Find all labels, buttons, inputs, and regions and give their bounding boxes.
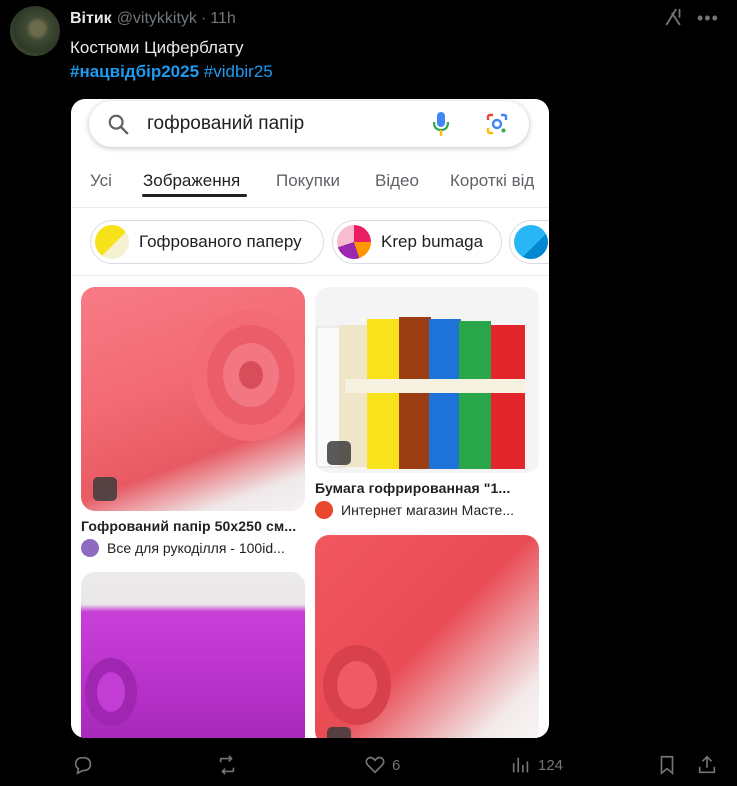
hashtag-link[interactable]: #vidbir25 [204, 62, 273, 81]
chip-thumbnail [514, 225, 548, 259]
retweet-icon [219, 755, 235, 775]
author-handle[interactable]: @vitykkityk [117, 10, 197, 28]
active-tab-indicator [142, 194, 247, 197]
views-button[interactable]: 124 [510, 752, 563, 778]
chip-thumbnail [337, 225, 371, 259]
divider [71, 275, 549, 276]
heart-icon [365, 756, 385, 774]
tweet-time[interactable]: 11h [210, 10, 236, 28]
views-icon [512, 757, 529, 773]
share-icon [698, 755, 716, 774]
shopping-tag-icon [327, 441, 351, 465]
result-source[interactable]: Все для рукоділля - 100id... [81, 539, 285, 557]
chip-label: Гофрованого паперу [139, 232, 302, 251]
result-title[interactable]: Бумага гофрированная "1... [315, 480, 510, 496]
view-count: 124 [538, 756, 564, 774]
chip-label: Krep bumaga [381, 232, 484, 251]
author-name[interactable]: Вітик [70, 10, 112, 28]
retweet-button[interactable] [216, 752, 238, 778]
tweet-hashtags: #нацвідбір2025 #vidbir25 [70, 60, 273, 84]
tab-short-videos[interactable]: Короткі від [450, 171, 534, 191]
result-image[interactable] [315, 287, 539, 473]
search-icon [108, 114, 129, 135]
source-favicon-icon [315, 501, 333, 519]
like-button[interactable]: 6 [364, 752, 400, 778]
suggestion-chip[interactable]: Гофрованого паперу [90, 220, 324, 264]
bookmark-icon [660, 755, 674, 776]
like-count: 6 [392, 756, 401, 774]
paper-roll-illustration [85, 658, 137, 726]
share-button[interactable] [696, 752, 718, 778]
hashtag-link[interactable]: #нацвідбір2025 [70, 62, 199, 81]
tweet-text: Костюми Циферблату [70, 38, 244, 57]
bookmark-button[interactable] [656, 752, 678, 778]
result-image[interactable] [81, 287, 305, 511]
search-bar: гофрований папір [89, 101, 529, 147]
result-image[interactable] [315, 535, 539, 738]
chip-thumbnail [95, 225, 129, 259]
tweet-actions: 6 124 [0, 752, 737, 780]
source-favicon-icon [81, 539, 99, 557]
result-image[interactable] [81, 572, 305, 738]
source-name: Интернет магазин Масте... [341, 502, 514, 518]
shopping-tag-icon [327, 727, 351, 738]
reply-button[interactable] [72, 752, 94, 778]
result-source[interactable]: Интернет магазин Масте... [315, 501, 514, 519]
search-query: гофрований папір [147, 113, 305, 134]
tab-video[interactable]: Відео [375, 171, 419, 191]
microphone-icon [432, 112, 450, 136]
attached-screenshot[interactable]: гофрований папір Усі Зображення Покупки … [71, 99, 549, 738]
paper-roll-illustration [323, 645, 391, 725]
search-tabs: Усі Зображення Покупки Відео Короткі від [71, 165, 549, 208]
tab-shopping[interactable]: Покупки [276, 171, 340, 191]
more-options-icon[interactable]: ••• [697, 8, 719, 28]
result-title[interactable]: Гофрований папір 50x250 см... [81, 518, 296, 534]
suggestion-chip[interactable] [509, 220, 549, 264]
suggestion-chip[interactable]: Krep bumaga [332, 220, 502, 264]
shopping-tag-icon [93, 477, 117, 501]
avatar[interactable] [10, 6, 60, 56]
tab-images[interactable]: Зображення [143, 171, 240, 191]
source-name: Все для рукоділля - 100id... [107, 540, 285, 556]
tweet-header: Вітик @vitykkityk · 11h [70, 8, 717, 30]
grok-icon[interactable] [663, 6, 685, 28]
google-lens-icon [486, 113, 508, 135]
reply-icon [74, 756, 92, 775]
tab-all[interactable]: Усі [90, 171, 112, 191]
separator-dot: · [200, 10, 207, 27]
